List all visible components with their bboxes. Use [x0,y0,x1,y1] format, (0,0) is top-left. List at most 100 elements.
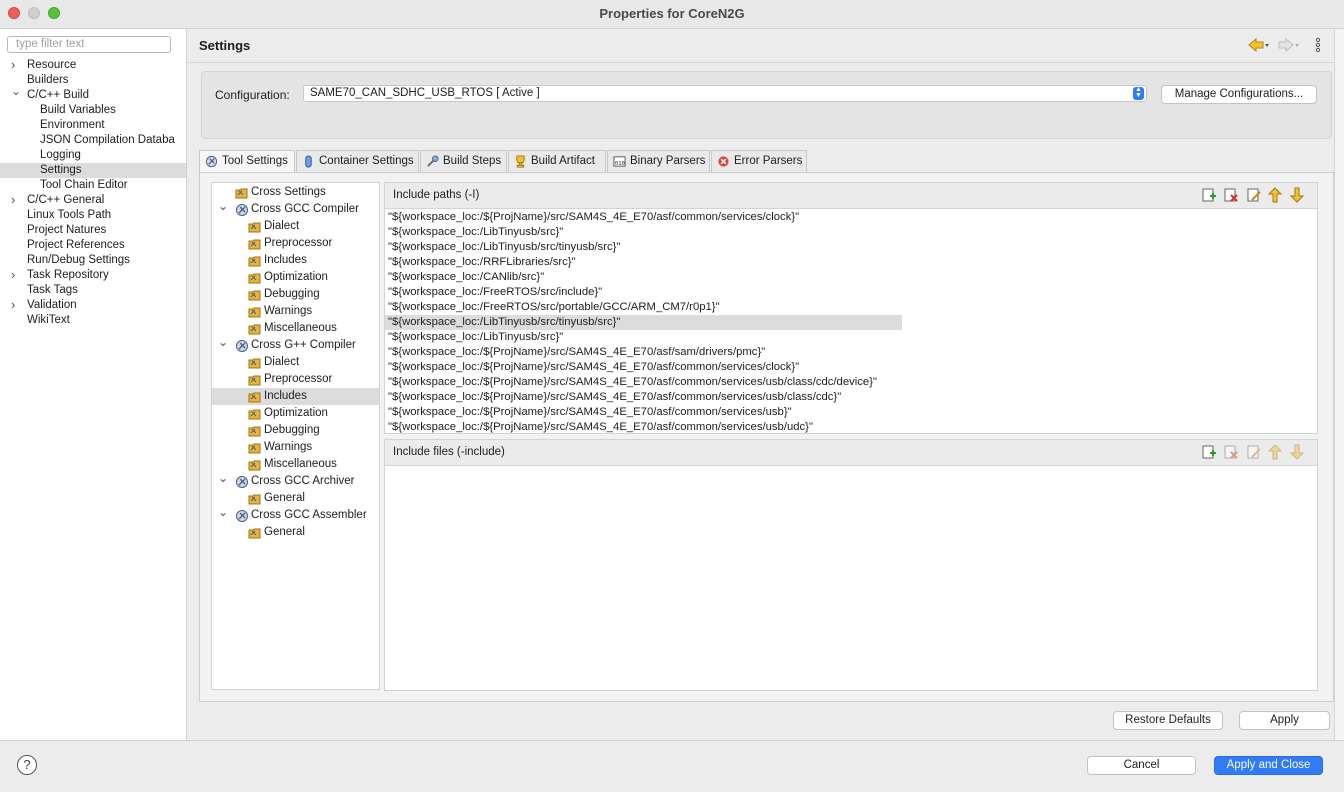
include-path-row[interactable]: "${workspace_loc:/${ProjName}/src/SAM4S_… [385,345,902,360]
nav-item[interactable]: WikiText [0,313,186,328]
chevron-right-icon[interactable]: › [11,298,21,312]
nav-item[interactable]: JSON Compilation Databa [0,133,186,148]
restore-defaults-button[interactable]: Restore Defaults [1113,711,1223,730]
move-down-icon[interactable] [1289,444,1305,460]
chevron-down-icon[interactable]: ⌄ [218,470,228,487]
configuration-select[interactable]: SAME70_CAN_SDHC_USB_RTOS [ Active ] ▲ ▼ [303,85,1147,102]
nav-item[interactable]: Run/Debug Settings [0,253,186,268]
move-up-icon[interactable] [1267,187,1283,203]
tool-tree-item[interactable]: Includes [212,252,379,269]
include-path-row[interactable]: "${workspace_loc:/LibTinyusb/src/tinyusb… [385,240,902,255]
nav-item[interactable]: › Resource [0,58,186,73]
add-icon[interactable] [1201,187,1217,203]
page-title: Settings [199,38,251,53]
include-path-row[interactable]: "${workspace_loc:/${ProjName}/src/SAM4S_… [385,375,902,390]
nav-item[interactable]: Environment [0,118,186,133]
include-files-pane: Include files (-include) [384,439,1318,691]
chevron-down-icon[interactable]: ⌄ [218,504,228,521]
nav-item[interactable]: Project References [0,238,186,253]
nav-item[interactable]: ⌄ C/C++ Build [0,88,186,103]
edit-icon[interactable] [1246,187,1262,203]
tab-container-settings[interactable]: Container Settings [296,150,419,172]
delete-icon[interactable] [1223,444,1239,460]
tool-tree-item[interactable]: Debugging [212,422,379,439]
apply-button[interactable]: Apply [1239,711,1330,730]
include-path-row[interactable]: "${workspace_loc:/LibTinyusb/src}" [385,330,902,345]
tool-tree-item[interactable]: Dialect [212,218,379,235]
tool-tree-item[interactable]: Miscellaneous [212,320,379,337]
include-path-row[interactable]: "${workspace_loc:/${ProjName}/src/SAM4S_… [385,405,902,420]
tool-tree-item[interactable]: Preprocessor [212,371,379,388]
nav-item[interactable]: › Task Repository [0,268,186,283]
nav-item[interactable]: › Validation [0,298,186,313]
nav-item[interactable]: Builders [0,73,186,88]
tool-tree-item[interactable]: Optimization [212,405,379,422]
tab-build-artifact[interactable]: Build Artifact [508,150,606,172]
include-path-row[interactable]: "${workspace_loc:/LibTinyusb/src/tinyusb… [385,315,902,330]
include-path-row[interactable]: "${workspace_loc:/RRFLibraries/src}" [385,255,902,270]
tool-tree-item[interactable]: Optimization [212,269,379,286]
tool-tree-item[interactable]: Debugging [212,286,379,303]
chevron-right-icon[interactable]: › [11,193,21,207]
delete-icon[interactable] [1223,187,1239,203]
filter-field[interactable] [7,36,171,53]
tool-tree-item[interactable]: General [212,490,379,507]
help-button[interactable]: ? [17,755,37,775]
nav-item[interactable]: Build Variables [0,103,186,118]
tool-tree-item[interactable]: Cross Settings [212,184,379,201]
nav-item[interactable]: › C/C++ General [0,193,186,208]
chevron-down-icon[interactable]: ⌄ [218,334,228,351]
nav-item[interactable]: Linux Tools Path [0,208,186,223]
nav-item[interactable]: Task Tags [0,283,186,298]
include-path-row[interactable]: "${workspace_loc:/${ProjName}/src/SAM4S_… [385,210,902,225]
include-path-row[interactable]: "${workspace_loc:/FreeRTOS/src/portable/… [385,300,902,315]
tool-tree-item[interactable]: Dialect [212,354,379,371]
add-icon[interactable] [1201,444,1217,460]
nav-item[interactable]: Logging [0,148,186,163]
svg-text:010: 010 [615,161,625,167]
tab-build-steps[interactable]: Build Steps [420,150,507,172]
tool-tree-label: Miscellaneous [264,322,337,334]
include-path-row[interactable]: "${workspace_loc:/${ProjName}/src/SAM4S_… [385,390,902,405]
nav-item[interactable]: Tool Chain Editor [0,178,186,193]
chevron-down-icon[interactable]: ⌄ [218,198,228,215]
include-files-list[interactable] [385,467,1317,690]
tool-tree-item[interactable]: Preprocessor [212,235,379,252]
move-up-icon[interactable] [1267,444,1283,460]
kebab-menu-icon[interactable] [1314,37,1322,56]
filter-input[interactable] [16,38,156,50]
include-path-row[interactable]: "${workspace_loc:/FreeRTOS/src/include}" [385,285,902,300]
chevron-down-icon[interactable]: ⌄ [11,88,21,99]
move-down-icon[interactable] [1289,187,1305,203]
tab-tool-settings[interactable]: Tool Settings [199,150,295,173]
tool-tree-group[interactable]: ⌄ Cross GCC Assembler [212,504,379,524]
nav-item[interactable]: Project Natures [0,223,186,238]
tool-tree-group[interactable]: ⌄ Cross G++ Compiler [212,334,379,354]
tool-tree-label: Cross GCC Assembler [251,509,367,521]
tab-label: Container Settings [319,155,414,167]
tool-tree-item[interactable]: Miscellaneous [212,456,379,473]
include-paths-list[interactable]: "${workspace_loc:/${ProjName}/src/SAM4S_… [385,210,1317,435]
back-arrow-icon[interactable] [1248,37,1270,56]
include-path-row[interactable]: "${workspace_loc:/CANlib/src}" [385,270,902,285]
tool-tree-item[interactable]: Warnings [212,439,379,456]
include-path-row[interactable]: "${workspace_loc:/LibTinyusb/src}" [385,225,902,240]
tool-tree-item[interactable]: Includes [212,388,379,405]
tool-tree-group[interactable]: ⌄ Cross GCC Compiler [212,198,379,218]
chevron-right-icon[interactable]: › [11,58,21,72]
tool-tree-item[interactable]: General [212,524,379,541]
tab-error-parsers[interactable]: Error Parsers [711,150,807,172]
apply-and-close-button[interactable]: Apply and Close [1214,756,1323,775]
cancel-button[interactable]: Cancel [1087,756,1196,775]
tool-tree-group[interactable]: ⌄ Cross GCC Archiver [212,470,379,490]
forward-arrow-icon[interactable] [1278,37,1300,56]
options-folder-icon [248,424,262,438]
edit-icon[interactable] [1246,444,1262,460]
include-path-row[interactable]: "${workspace_loc:/${ProjName}/src/SAM4S_… [385,420,902,435]
chevron-right-icon[interactable]: › [11,268,21,282]
include-path-row[interactable]: "${workspace_loc:/${ProjName}/src/SAM4S_… [385,360,902,375]
nav-item[interactable]: Settings [0,163,186,178]
tool-tree-item[interactable]: Warnings [212,303,379,320]
tab-binary-parsers[interactable]: 010 Binary Parsers [607,150,710,172]
manage-configurations-button[interactable]: Manage Configurations... [1161,85,1317,104]
